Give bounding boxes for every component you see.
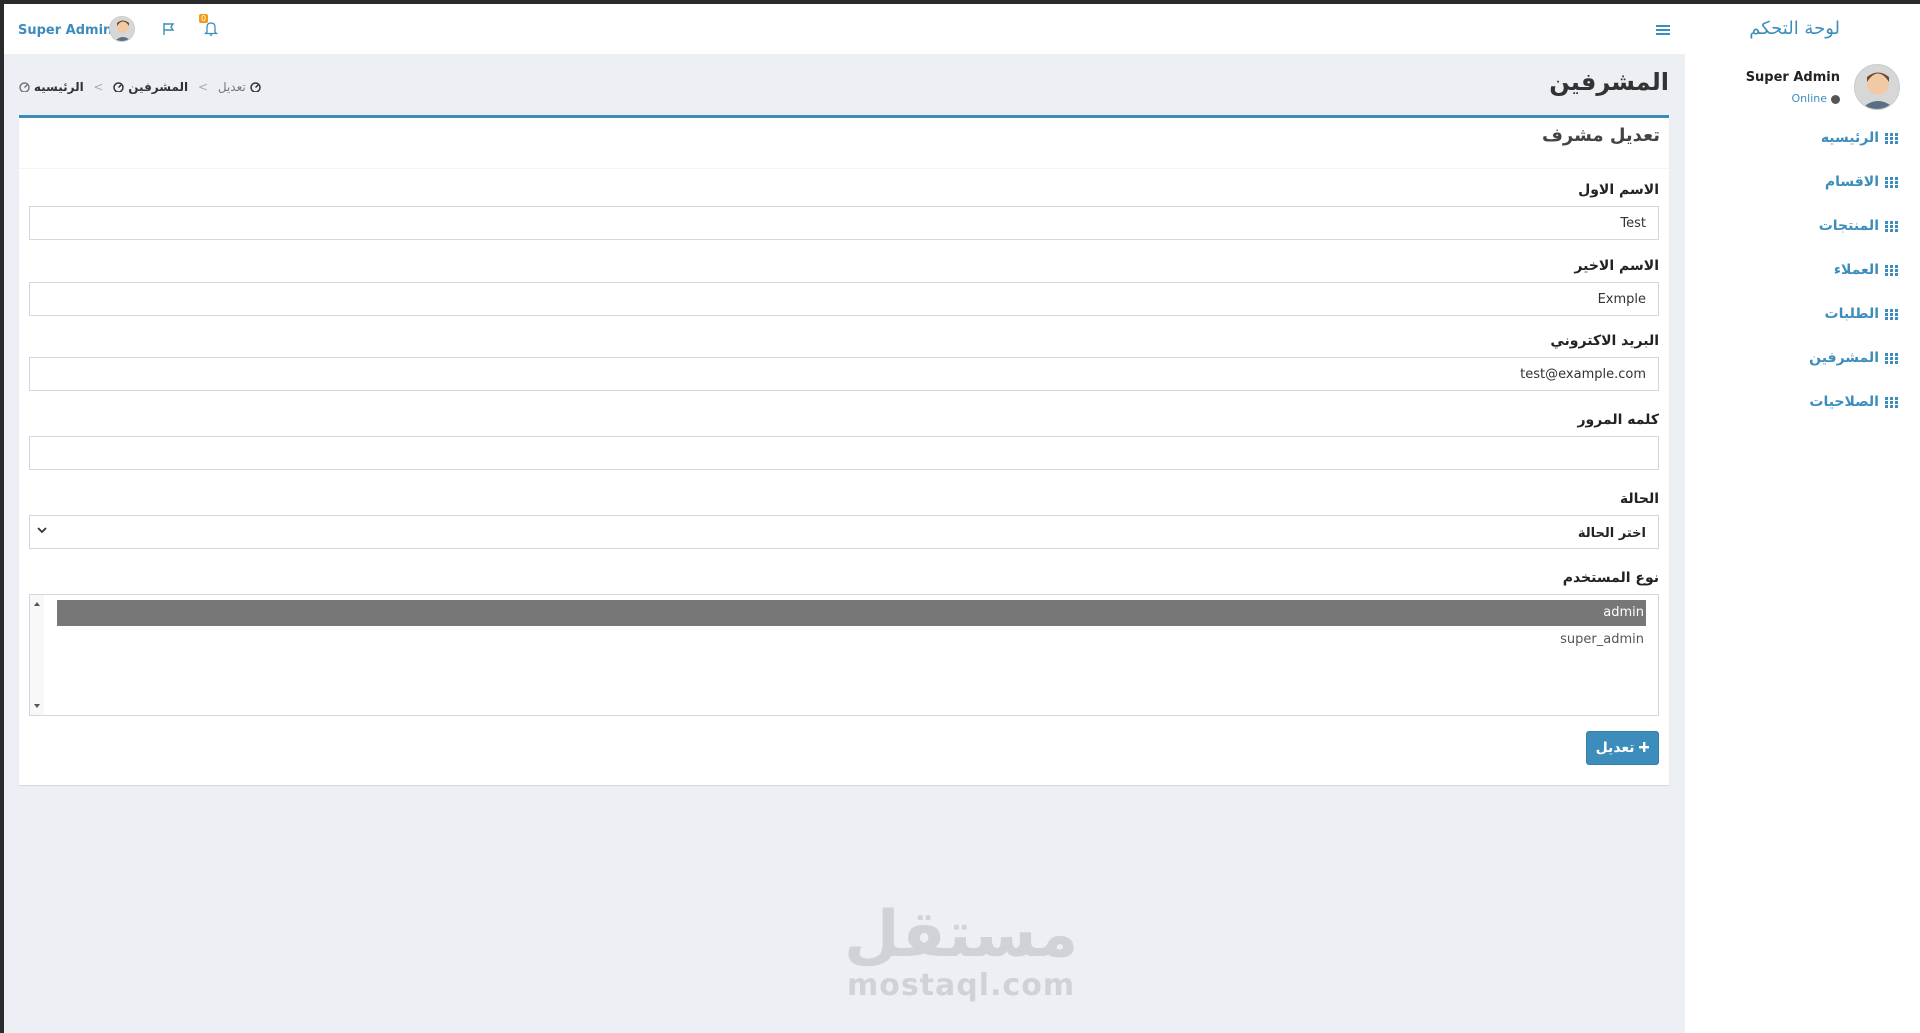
grid-icon <box>1885 132 1898 144</box>
dashboard-icon <box>19 82 30 93</box>
status-dot-icon <box>1831 94 1840 104</box>
email-label: البريد الاكتروني <box>1550 333 1659 349</box>
edit-supervisor-box: تعديل مشرف الاسم الاول الاسم الاخير البر… <box>19 115 1669 785</box>
email-group: البريد الاكتروني <box>29 333 1659 391</box>
sidebar-item-products[interactable]: المنتجات <box>1809 218 1898 262</box>
status-label: الحالة <box>1619 491 1659 507</box>
last-name-label: الاسم الاخير <box>1574 258 1659 274</box>
hamburger-icon[interactable] <box>1656 24 1670 36</box>
dashboard-icon <box>249 82 261 93</box>
grid-icon <box>1885 308 1898 320</box>
status-selected-value: اختر الحالة <box>1577 526 1646 541</box>
password-group: كلمه المرور <box>29 412 1659 470</box>
grid-icon <box>1885 352 1898 364</box>
sidebar-item-supervisors[interactable]: المشرفين <box>1809 350 1898 394</box>
breadcrumb: تعديل > المشرفين > الرئيسيه <box>19 80 261 94</box>
sidebar: لوحة التحكم Super Admin Online الرئيسيه … <box>1685 4 1920 1033</box>
plus-icon <box>1639 742 1650 752</box>
first-name-group: الاسم الاول <box>29 182 1659 240</box>
last-name-field[interactable] <box>29 282 1659 316</box>
chevron-down-icon <box>37 527 47 534</box>
avatar <box>109 16 135 42</box>
app-frame: المشرفين تعديل > المشرفين > الرئيسيه تعد… <box>4 4 1920 1033</box>
status-badge: Online <box>1792 92 1840 105</box>
first-name-field[interactable] <box>29 206 1659 240</box>
scroll-down-icon <box>34 704 40 708</box>
sidebar-item-permissions[interactable]: الصلاحيات <box>1809 394 1898 438</box>
grid-icon <box>1885 396 1898 408</box>
divider <box>19 168 1669 169</box>
breadcrumb-item-supervisors[interactable]: المشرفين <box>110 80 188 94</box>
user-type-label: نوع المستخدم <box>1562 570 1659 586</box>
listbox-scrollbar[interactable] <box>30 595 44 715</box>
box-title: تعديل مشرف <box>1542 125 1660 146</box>
sidebar-item-orders[interactable]: الطلبات <box>1809 306 1898 350</box>
grid-icon <box>1885 176 1898 188</box>
password-field[interactable] <box>29 436 1659 470</box>
status-select[interactable]: اختر الحالة <box>29 515 1659 549</box>
top-navbar: Super Admin 0 <box>4 4 1920 54</box>
sidebar-item-customers[interactable]: العملاء <box>1809 262 1898 306</box>
user-type-option-super-admin[interactable]: super_admin <box>57 627 1646 653</box>
sidebar-user-name: Super Admin <box>1745 70 1840 85</box>
user-type-listbox[interactable]: admin super_admin <box>29 594 1659 716</box>
user-panel: Super Admin Online <box>1690 64 1900 114</box>
submit-label: تعديل <box>1595 740 1635 756</box>
page-title: المشرفين <box>1549 68 1669 96</box>
user-type-option-admin[interactable]: admin <box>57 600 1646 626</box>
sidebar-item-home[interactable]: الرئيسيه <box>1809 130 1898 174</box>
sidebar-item-categories[interactable]: الاقسام <box>1809 174 1898 218</box>
user-type-group: نوع المستخدم admin super_admin <box>29 570 1659 716</box>
sidebar-menu: الرئيسيه الاقسام المنتجات العملاء الطلبا… <box>1809 130 1898 438</box>
avatar <box>1854 64 1900 110</box>
topbar-user-name: Super Admin <box>18 23 113 38</box>
brand-logo[interactable]: لوحة التحكم <box>1749 18 1840 39</box>
mostaql-watermark: مستقل mostaql.com <box>844 898 1079 1003</box>
email-field[interactable] <box>29 357 1659 391</box>
password-label: كلمه المرور <box>1577 412 1659 428</box>
status-group: الحالة اختر الحالة <box>29 491 1659 549</box>
submit-edit-button[interactable]: تعديل <box>1586 731 1659 765</box>
content-area: المشرفين تعديل > المشرفين > الرئيسيه تعد… <box>4 54 1688 1033</box>
dashboard-icon <box>113 82 125 93</box>
flag-icon[interactable] <box>162 22 176 36</box>
scroll-up-icon <box>34 602 40 606</box>
grid-icon <box>1885 220 1898 232</box>
first-name-label: الاسم الاول <box>1578 182 1659 198</box>
bell-icon[interactable] <box>204 21 218 36</box>
grid-icon <box>1885 264 1898 276</box>
last-name-group: الاسم الاخير <box>29 258 1659 316</box>
